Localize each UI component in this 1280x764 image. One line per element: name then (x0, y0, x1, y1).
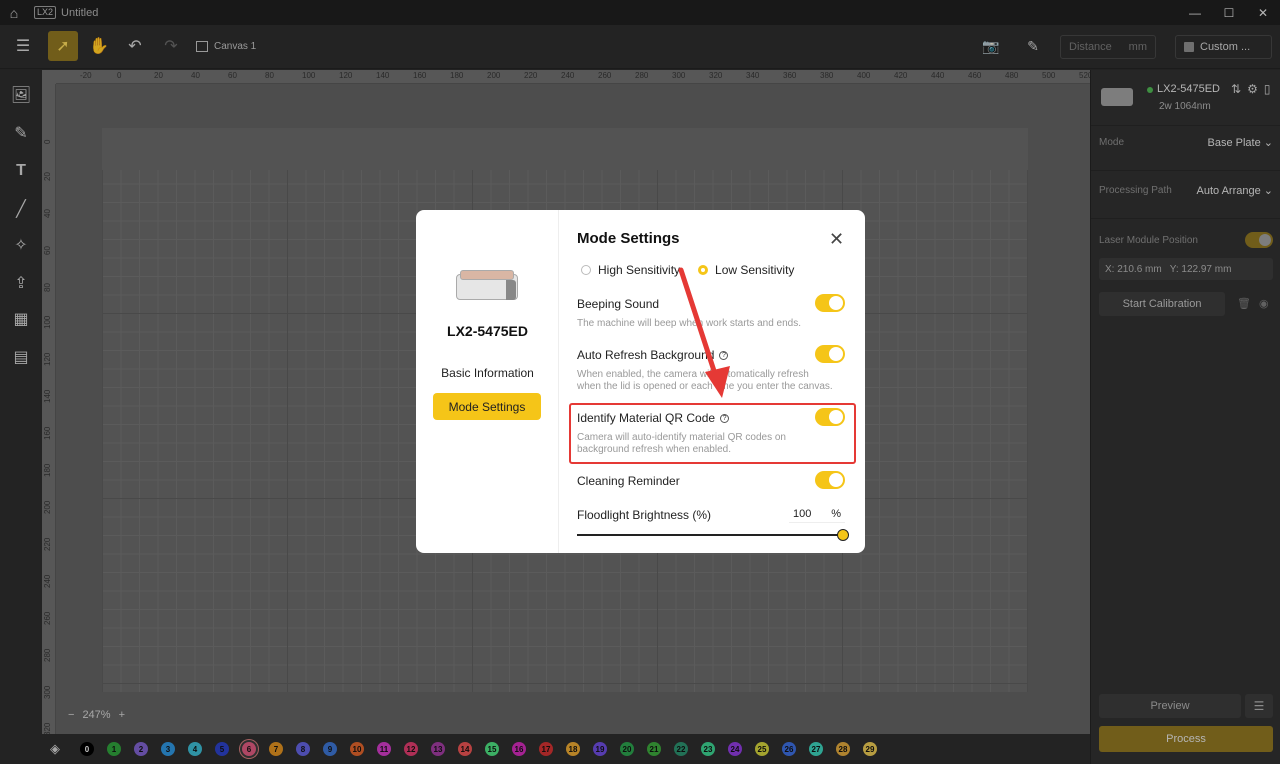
mode-settings-tab[interactable]: Mode Settings (433, 393, 541, 420)
high-sensitivity-label[interactable]: High Sensitivity (598, 263, 680, 277)
high-sensitivity-radio[interactable] (581, 265, 591, 275)
cleaning-reminder-toggle[interactable] (815, 471, 845, 489)
brightness-slider-handle[interactable] (837, 529, 849, 541)
dialog-title: Mode Settings (577, 230, 680, 247)
brightness-slider-track[interactable] (577, 534, 843, 536)
brightness-unit: % (831, 507, 841, 520)
help-icon[interactable]: ? (719, 350, 729, 360)
low-sensitivity-label[interactable]: Low Sensitivity (715, 263, 794, 277)
annotation-highlight-box (569, 403, 856, 464)
close-icon[interactable]: ✕ (829, 229, 844, 250)
beeping-sound-description: The machine will beep when work starts a… (577, 318, 802, 329)
beeping-sound-label: Beeping Sound (577, 297, 660, 311)
dialog-device-name: LX2-5475ED (447, 323, 528, 339)
cleaning-reminder-label: Cleaning Reminder (577, 474, 680, 488)
auto-refresh-setting: Auto Refresh Background? When enabled, t… (577, 345, 845, 393)
auto-refresh-description: When enabled, the camera will automatica… (577, 369, 833, 392)
dialog-content: Mode Settings ✕ High Sensitivity Low Sen… (559, 210, 865, 553)
low-sensitivity-radio[interactable] (698, 265, 709, 275)
beeping-sound-setting: Beeping Sound The machine will beep when… (577, 294, 845, 330)
cleaning-reminder-setting: Cleaning Reminder (577, 471, 845, 489)
sensitivity-radio-group: High Sensitivity Low Sensitivity (581, 263, 794, 277)
auto-refresh-toggle[interactable] (815, 345, 845, 363)
basic-information-tab[interactable]: Basic Information (416, 366, 559, 380)
dialog-sidebar: LX2-5475ED Basic Information Mode Settin… (416, 210, 559, 553)
auto-refresh-label: Auto Refresh Background (577, 348, 715, 362)
mode-settings-dialog: LX2-5475ED Basic Information Mode Settin… (416, 210, 865, 553)
beeping-sound-toggle[interactable] (815, 294, 845, 312)
brightness-value: 100 (793, 507, 812, 520)
brightness-input[interactable]: 100 % (789, 505, 845, 523)
device-illustration (456, 270, 518, 302)
